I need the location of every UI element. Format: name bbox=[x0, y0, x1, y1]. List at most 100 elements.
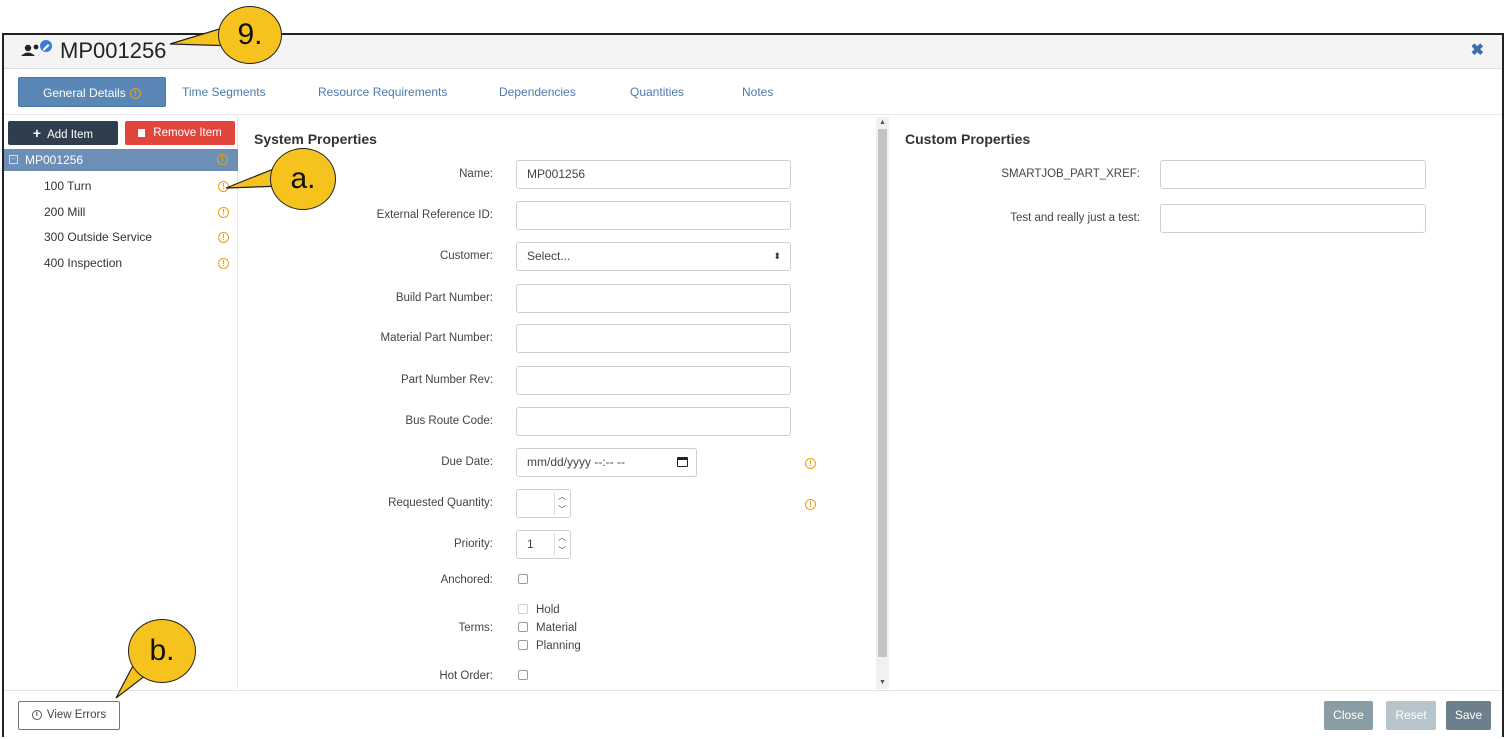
external-ref-input[interactable] bbox=[516, 201, 791, 230]
stepper-divider bbox=[554, 533, 555, 556]
tab-bar: General Details! Time Segments Resource … bbox=[4, 69, 1502, 115]
priority-label: Priority: bbox=[454, 538, 493, 550]
plus-icon: + bbox=[32, 125, 42, 141]
close-icon[interactable]: ✖ bbox=[1471, 40, 1484, 60]
due-date-placeholder: mm/dd/yyyy --:-- -- bbox=[527, 455, 625, 469]
view-errors-label: View Errors bbox=[46, 709, 107, 721]
tab-resource-requirements[interactable]: Resource Requirements bbox=[318, 77, 447, 107]
due-date-input[interactable]: mm/dd/yyyy --:-- -- bbox=[516, 448, 697, 477]
due-date-label: Due Date: bbox=[441, 456, 493, 468]
callout-errors-marker: b. bbox=[128, 619, 196, 683]
remove-item-label: Remove Item bbox=[153, 127, 222, 139]
build-part-input[interactable] bbox=[516, 284, 791, 313]
customer-selected-value: Select... bbox=[527, 249, 571, 263]
tree-item-300-outside-service[interactable]: 300 Outside Service bbox=[44, 230, 152, 244]
trash-icon bbox=[138, 128, 146, 137]
user-edit-icon bbox=[21, 40, 52, 56]
priority-value: 1 bbox=[527, 537, 534, 551]
tab-notes[interactable]: Notes bbox=[742, 77, 773, 107]
info-icon: ! bbox=[218, 207, 229, 218]
terms-material-label: Material bbox=[536, 622, 577, 634]
tab-dependencies[interactable]: Dependencies bbox=[499, 77, 576, 107]
external-ref-label: External Reference ID: bbox=[376, 209, 493, 221]
test-field-label: Test and really just a test: bbox=[1010, 212, 1140, 224]
scroll-up-icon[interactable]: ▲ bbox=[876, 117, 889, 129]
hot-order-label: Hot Order: bbox=[439, 670, 493, 682]
form-scrollbar[interactable]: ▲ ▼ bbox=[876, 117, 889, 689]
info-icon: ! bbox=[218, 258, 229, 269]
part-rev-input[interactable] bbox=[516, 366, 791, 395]
priority-stepper[interactable]: 1 ︿ ﹀ bbox=[516, 530, 571, 559]
calendar-icon[interactable] bbox=[677, 457, 688, 467]
tab-label: Notes bbox=[742, 85, 774, 99]
dialog-footer: i View Errors Close Reset Save bbox=[4, 690, 1502, 737]
select-arrows-icon: ⬍ bbox=[773, 251, 781, 261]
view-errors-button[interactable]: i View Errors bbox=[18, 701, 120, 730]
terms-planning-label: Planning bbox=[536, 640, 581, 652]
system-properties-title: System Properties bbox=[254, 131, 377, 147]
custom-properties-form: Custom Properties SMARTJOB_PART_XREF: Te… bbox=[890, 115, 1502, 689]
terms-planning-checkbox[interactable] bbox=[518, 640, 528, 650]
callout-item-marker: a. bbox=[270, 148, 336, 210]
tab-label: Dependencies bbox=[499, 85, 576, 99]
bus-route-label: Bus Route Code: bbox=[405, 415, 493, 427]
terms-hold-label: Hold bbox=[536, 604, 560, 616]
info-icon: ! bbox=[217, 154, 228, 165]
chevron-up-icon[interactable]: ︿ bbox=[556, 491, 568, 503]
tab-quantities[interactable]: Quantities bbox=[630, 77, 684, 107]
tab-time-segments[interactable]: Time Segments bbox=[182, 77, 266, 107]
collapse-icon[interactable]: − bbox=[9, 155, 18, 164]
customer-label: Customer: bbox=[439, 250, 493, 262]
tree-item-400-inspection[interactable]: 400 Inspection bbox=[44, 256, 122, 270]
scroll-down-icon[interactable]: ▼ bbox=[876, 677, 889, 689]
tab-general-details[interactable]: General Details! bbox=[18, 77, 166, 107]
tab-label: General Details bbox=[43, 86, 126, 100]
terms-material-checkbox[interactable] bbox=[518, 622, 528, 632]
scroll-thumb[interactable] bbox=[878, 129, 887, 657]
customer-select[interactable]: Select... ⬍ bbox=[516, 242, 791, 271]
item-dialog: MP001256 ✖ General Details! Time Segment… bbox=[2, 33, 1504, 737]
tree-root-item[interactable]: − MP001256 ! bbox=[4, 149, 238, 171]
tree-item-200-mill[interactable]: 200 Mill bbox=[44, 205, 85, 219]
callout-title-marker: 9. bbox=[218, 6, 282, 64]
info-icon: ! bbox=[805, 499, 816, 510]
system-properties-form: System Properties Name: MP001256 Externa… bbox=[238, 115, 888, 689]
build-part-label: Build Part Number: bbox=[395, 292, 493, 304]
tab-label: Quantities bbox=[630, 85, 685, 99]
tree-root-label: MP001256 bbox=[25, 153, 84, 167]
add-item-button[interactable]: + Add Item bbox=[8, 121, 118, 145]
info-icon: ! bbox=[129, 88, 141, 100]
smartjob-xref-input[interactable] bbox=[1160, 160, 1426, 189]
info-icon: ! bbox=[218, 181, 229, 192]
anchored-checkbox[interactable] bbox=[518, 574, 528, 584]
tab-label: Time Segments bbox=[182, 85, 266, 99]
reset-button[interactable]: Reset bbox=[1386, 701, 1436, 730]
test-field-input[interactable] bbox=[1160, 204, 1426, 233]
material-part-label: Material Part Number: bbox=[380, 332, 493, 344]
info-icon: i bbox=[31, 709, 42, 720]
remove-item-button[interactable]: Remove Item bbox=[125, 121, 235, 145]
hot-order-checkbox[interactable] bbox=[518, 670, 528, 680]
part-rev-label: Part Number Rev: bbox=[400, 374, 493, 386]
tab-label: Resource Requirements bbox=[318, 85, 448, 99]
terms-label: Terms: bbox=[458, 622, 494, 634]
smartjob-xref-label: SMARTJOB_PART_XREF: bbox=[1001, 168, 1140, 180]
info-icon: ! bbox=[218, 232, 229, 243]
item-tree-panel: + Add Item Remove Item − MP001256 ! 100 T… bbox=[4, 115, 238, 689]
chevron-down-icon[interactable]: ﹀ bbox=[556, 504, 568, 516]
stepper-divider bbox=[554, 492, 555, 515]
custom-properties-title: Custom Properties bbox=[905, 131, 1031, 147]
requested-quantity-stepper[interactable]: ︿ ﹀ bbox=[516, 489, 571, 518]
terms-hold-checkbox[interactable] bbox=[518, 604, 528, 614]
save-button[interactable]: Save bbox=[1446, 701, 1491, 730]
close-button[interactable]: Close bbox=[1324, 701, 1373, 730]
chevron-down-icon[interactable]: ﹀ bbox=[556, 545, 568, 557]
info-icon: ! bbox=[805, 458, 816, 469]
tree-item-100-turn[interactable]: 100 Turn bbox=[44, 179, 91, 193]
bus-route-input[interactable] bbox=[516, 407, 791, 436]
requested-quantity-label: Requested Quantity: bbox=[388, 497, 493, 509]
name-input[interactable]: MP001256 bbox=[516, 160, 791, 189]
add-item-label: Add Item bbox=[47, 129, 94, 141]
material-part-input[interactable] bbox=[516, 324, 791, 353]
chevron-up-icon[interactable]: ︿ bbox=[556, 532, 568, 544]
